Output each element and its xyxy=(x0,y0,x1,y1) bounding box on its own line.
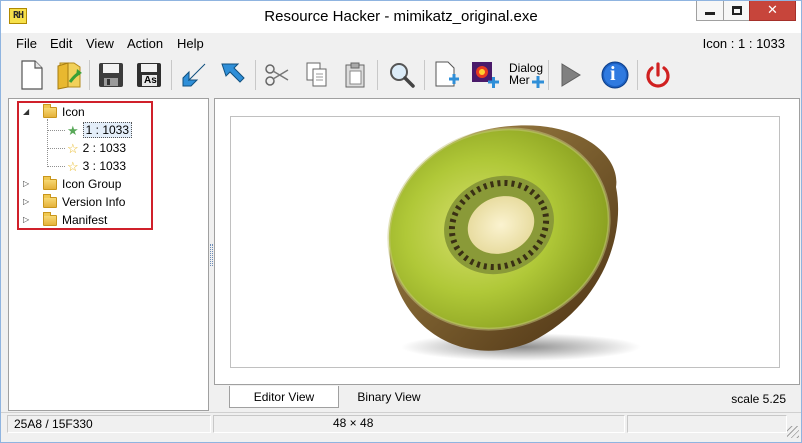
tree-item-icon-1-1033[interactable]: ★ 1 : 1033 xyxy=(67,121,133,139)
copy-icon xyxy=(306,62,327,87)
scale-label: scale 5.25 xyxy=(731,392,786,406)
tree-item-manifest[interactable]: ▷ Manifest xyxy=(23,211,107,229)
new-button[interactable] xyxy=(15,58,49,92)
resource-viewer xyxy=(214,98,800,385)
export-arrow-icon xyxy=(221,63,245,83)
resource-hacker-window: RH Resource Hacker - mimikatz_original.e… xyxy=(0,0,802,443)
close-button[interactable]: ✕ xyxy=(749,1,796,21)
star-icon: ☆ xyxy=(67,158,79,174)
open-button[interactable] xyxy=(52,58,86,92)
dialog-merger-button[interactable]: Dialog Mer xyxy=(506,58,546,92)
copy-button[interactable] xyxy=(300,58,334,92)
save-as-button[interactable]: As xyxy=(132,58,166,92)
find-button[interactable] xyxy=(385,58,419,92)
scissors-icon xyxy=(265,64,289,86)
status-dimensions: 48 × 48 xyxy=(333,416,374,430)
kiwi-icon-preview xyxy=(387,125,641,361)
paste-button[interactable] xyxy=(338,58,372,92)
tree-item-label: Icon Group xyxy=(62,177,122,191)
tree-item-label: Icon xyxy=(62,105,85,119)
star-icon: ★ xyxy=(67,122,79,138)
star-icon: ☆ xyxy=(67,140,79,156)
view-tabs: Editor View Binary View scale 5.25 xyxy=(214,385,800,411)
paste-icon xyxy=(345,62,365,88)
resource-tree[interactable]: ◢ Icon ★ 1 : 1033 ☆ 2 : 1033 ☆ 3 : 1033 … xyxy=(8,98,209,411)
save-as-label: As xyxy=(144,75,157,86)
expand-icon[interactable]: ▷ xyxy=(23,215,29,224)
folder-icon xyxy=(43,175,57,190)
minimize-button[interactable] xyxy=(696,1,724,21)
tree-item-icon-2-1033[interactable]: ☆ 2 : 1033 xyxy=(67,139,126,157)
tree-item-label: Manifest xyxy=(62,213,108,227)
tree-item-icon[interactable]: ◢ Icon xyxy=(23,103,85,121)
cut-button[interactable] xyxy=(260,58,294,92)
play-icon xyxy=(561,63,581,87)
new-file-icon xyxy=(21,60,43,90)
menu-view[interactable]: View xyxy=(86,36,114,51)
folder-icon xyxy=(43,193,57,208)
maximize-icon xyxy=(731,6,742,15)
exit-button[interactable] xyxy=(641,58,675,92)
tree-item-label: 3 : 1033 xyxy=(82,159,127,173)
minimize-icon xyxy=(705,12,715,15)
menu-bar: File Edit View Action Help Icon : 1 : 10… xyxy=(1,33,801,53)
collapse-icon[interactable]: ◢ xyxy=(23,107,29,116)
magnifier-icon xyxy=(390,63,415,88)
import-arrow-icon xyxy=(182,63,206,87)
tree-item-version-info[interactable]: ▷ Version Info xyxy=(23,193,125,211)
run-button[interactable] xyxy=(553,58,587,92)
resource-location-label: Icon : 1 : 1033 xyxy=(702,36,785,51)
info-label: i xyxy=(610,63,616,85)
info-button[interactable]: i xyxy=(598,58,632,92)
status-bar: 25A8 / 15F330 48 × 48 xyxy=(1,412,801,442)
close-icon: ✕ xyxy=(767,3,778,18)
add-image-resource-icon xyxy=(472,62,499,88)
icon-preview-frame xyxy=(230,116,780,368)
tree-item-label: Version Info xyxy=(62,195,126,209)
save-icon xyxy=(99,63,123,87)
add-image-resource-button[interactable] xyxy=(468,58,502,92)
add-blank-resource-icon xyxy=(435,61,459,87)
expand-icon[interactable]: ▷ xyxy=(23,179,29,188)
add-blank-resource-button[interactable] xyxy=(429,58,463,92)
menu-edit[interactable]: Edit xyxy=(50,36,72,51)
tab-editor-view[interactable]: Editor View xyxy=(229,386,339,408)
toolbar: As Dialog Mer i xyxy=(1,54,801,96)
tree-item-label: 1 : 1033 xyxy=(82,122,133,138)
window-title: Resource Hacker - mimikatz_original.exe xyxy=(264,8,538,25)
dialog-merger-icon: Dialog Mer xyxy=(506,58,546,92)
import-button[interactable] xyxy=(177,58,211,92)
tree-item-icon-group[interactable]: ▷ Icon Group xyxy=(23,175,121,193)
status-offset: 25A8 / 15F330 xyxy=(7,415,211,433)
title-bar: RH Resource Hacker - mimikatz_original.e… xyxy=(1,1,801,33)
menu-action[interactable]: Action xyxy=(127,36,163,51)
folder-icon xyxy=(43,211,57,226)
tab-binary-view[interactable]: Binary View xyxy=(344,386,434,408)
save-button[interactable] xyxy=(94,58,128,92)
folder-icon xyxy=(43,103,57,118)
status-extra xyxy=(627,415,787,433)
open-folder-icon xyxy=(57,62,82,90)
menu-help[interactable]: Help xyxy=(177,36,204,51)
resize-grip[interactable] xyxy=(787,426,799,438)
tree-item-icon-3-1033[interactable]: ☆ 3 : 1033 xyxy=(67,157,126,175)
export-button[interactable] xyxy=(216,58,250,92)
power-icon xyxy=(646,62,670,88)
menu-file[interactable]: File xyxy=(16,36,37,51)
expand-icon[interactable]: ▷ xyxy=(23,197,29,206)
splitter-grip[interactable] xyxy=(210,244,213,266)
tree-item-label: 2 : 1033 xyxy=(82,141,127,155)
maximize-button[interactable] xyxy=(723,1,750,21)
